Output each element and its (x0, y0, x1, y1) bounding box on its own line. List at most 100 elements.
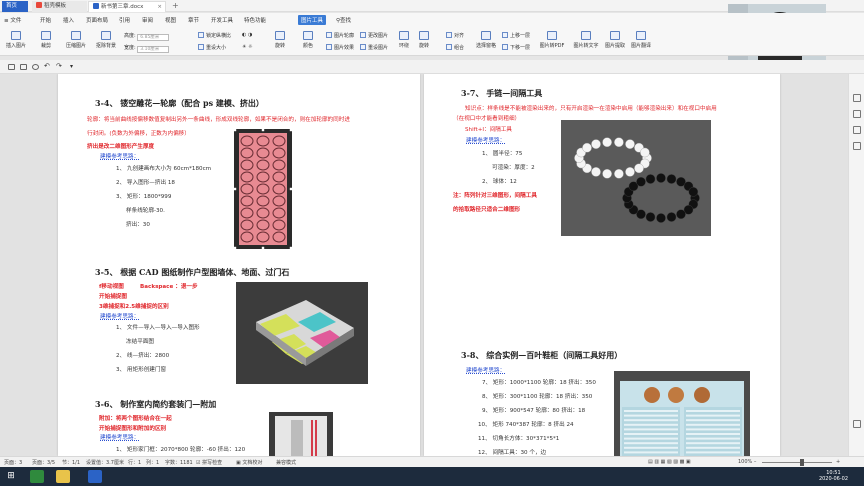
menu-start[interactable]: 开始 (40, 16, 51, 24)
wps-writer-icon[interactable] (88, 470, 102, 483)
side-help-icon[interactable] (853, 420, 861, 428)
save-icon[interactable] (8, 64, 15, 70)
bring-forward-button[interactable]: 上移一层 (502, 32, 530, 39)
redo-icon[interactable]: ↷ (56, 62, 63, 70)
status-row: 行：1 (128, 460, 142, 466)
menu-review[interactable]: 审阅 (142, 16, 153, 24)
carved-panel-image[interactable] (234, 129, 292, 249)
side-style-icon[interactable] (853, 110, 861, 118)
search-button[interactable]: ⚲查找 (336, 16, 351, 24)
menu-developer[interactable]: 开发工具 (211, 16, 233, 24)
side-pointer-icon[interactable] (853, 126, 861, 134)
s38-step-7: 7、 矩形：1000*1100 轮廓：18 挤出：350 (482, 380, 596, 386)
insert-picture-button[interactable]: 插入图片 (4, 31, 28, 49)
spell-check-button[interactable]: ☑ 拼写检查 (196, 459, 222, 466)
new-tab-icon[interactable]: + (172, 1, 179, 10)
align-button[interactable]: 对齐 (446, 32, 464, 39)
brightness-button[interactable]: ☀ ☼ (242, 44, 253, 50)
section-3-6-title: 3-6、 制作室内简约套装门—附加 (95, 399, 217, 409)
section-3-7-title: 3-7、 手链—间隔工具 (461, 88, 543, 98)
rotate-tool-button[interactable]: 旋转 (272, 31, 288, 49)
zoom-level[interactable]: 100% – (738, 459, 756, 465)
s35-red-1: f移动视图 (99, 284, 124, 290)
reset-size-button[interactable]: 重设大小 (198, 44, 226, 51)
s37-step-1: 1、 圆半径：75 (482, 151, 523, 157)
picture-to-text-button[interactable]: 图片转文字 (572, 31, 600, 49)
undo-icon[interactable]: ↶ (44, 62, 51, 70)
menu-picture-tools[interactable]: 图片工具 (298, 15, 327, 25)
rotate-button[interactable]: 旋转 (416, 31, 432, 49)
selection-pane-button[interactable]: 选择窗格 (474, 31, 498, 49)
zoom-slider[interactable] (762, 462, 832, 463)
picture-translate-button[interactable]: 图片翻译 (630, 31, 652, 49)
print-icon[interactable] (20, 64, 27, 70)
picture-extract-button[interactable]: 图片提取 (604, 31, 626, 49)
picture-outline-button[interactable]: 图片轮廓 (326, 32, 354, 39)
s37-ideas-heading: 建模参考思路： (466, 138, 506, 144)
change-picture-button[interactable]: 更改图片 (360, 32, 388, 39)
shoe-cabinet-image[interactable] (614, 371, 750, 456)
file-explorer-icon[interactable] (56, 470, 70, 483)
height-field[interactable]: 高度: 6.85厘米 (124, 32, 170, 41)
s38-step-10: 10、 矩形 740*387 轮廓：8 挤出 24 (478, 422, 574, 428)
s35-red-3: 3维捕捉和2.5维捕捉的区别 (99, 304, 169, 310)
status-pages: 页面：3/5 (32, 460, 56, 466)
width-field[interactable]: 宽度: 3.10厘米 (124, 44, 170, 53)
side-select-icon[interactable] (853, 94, 861, 102)
view-mode-icons[interactable]: ▤ ▥ ▦ ▧ ▨ ▩ ▣ (648, 459, 691, 465)
door-image[interactable] (269, 412, 333, 456)
tab-document[interactable]: 新书第三章.docx × (88, 1, 166, 12)
word-doc-icon (93, 3, 99, 9)
reset-picture-button[interactable]: 重设图片 (360, 44, 388, 51)
s35-ideas-heading: 建模参考思路： (100, 314, 140, 320)
picture-to-pdf-button[interactable]: 图片转PDF (538, 31, 566, 49)
page-left: 3-4、 镂空雕花—轮廓（配合 ps 建模、挤出） 轮廓：将当前曲线按偏移数值复… (58, 74, 420, 456)
picture-effect-button[interactable]: 图片效果 (326, 44, 354, 51)
floorplan-3d-image[interactable] (236, 282, 368, 384)
section-3-4-title: 3-4、 镂空雕花—轮廓（配合 ps 建模、挤出） (95, 98, 264, 108)
zoom-in-icon[interactable]: + (836, 459, 840, 465)
send-backward-icon (502, 44, 508, 50)
menu-file[interactable]: ≡ 文件 (4, 16, 21, 24)
crop-button[interactable]: 裁剪 (36, 31, 56, 49)
s34-step-3a: 样条线轮廓-30. (126, 208, 165, 214)
section-3-5-title: 3-5、 根据 CAD 图纸制作户型图墙体、地面、过门石 (95, 267, 290, 277)
windows-start-icon[interactable]: ⊞ (4, 470, 18, 483)
s38-step-9: 9、 矩形：900*547 轮廓：80 挤出：18 (482, 408, 586, 414)
close-tab-icon[interactable]: × (157, 2, 162, 13)
tab-home[interactable]: 首页 (2, 1, 28, 12)
s34-line1: 轮廓：将当前曲线按偏移数值复制出另外一条曲线，形成双线轮廓，如果不是闭合的，则在… (87, 117, 350, 123)
s37-red-2: （在视口中才能看到粗细） (453, 116, 521, 122)
lock-ratio-checkbox[interactable]: 锁定纵横比 (198, 32, 231, 39)
zoom-slider-handle[interactable] (800, 459, 804, 466)
menu-bar: ≡ 文件 开始 插入 页面布局 引用 审阅 视图 章节 开发工具 特色功能 图片… (0, 13, 864, 28)
app-3-icon[interactable] (30, 470, 44, 483)
remove-background-button[interactable]: 抠除背景 (94, 31, 118, 49)
compress-button[interactable]: 压缩图片 (64, 31, 88, 49)
page-right: 3-7、 手链—间隔工具 知识点：样条线是不能被渲染出来的，只有开启渲染一在渲染… (424, 74, 780, 456)
s38-step-8: 8、 矩形：300*1100 轮廓：18 挤出：350 (482, 394, 593, 400)
bring-forward-icon (502, 32, 508, 38)
crop-icon (41, 31, 51, 40)
color-button[interactable]: 颜色 (300, 31, 316, 49)
bracelets-image[interactable] (561, 120, 711, 236)
menu-references[interactable]: 引用 (119, 16, 130, 24)
s36-red-1: 附加：将两个图形结合在一起 (99, 416, 172, 422)
proofread-button[interactable]: ▣ 文档校对 (236, 459, 262, 466)
menu-features[interactable]: 特色功能 (244, 16, 266, 24)
menu-sections[interactable]: 章节 (188, 16, 199, 24)
send-backward-button[interactable]: 下移一层 (502, 44, 530, 51)
customize-icon[interactable]: ▾ (70, 63, 77, 70)
menu-page-layout[interactable]: 页面布局 (86, 16, 108, 24)
tab-template[interactable]: 稻壳模板 (32, 1, 87, 12)
contrast-button[interactable]: ◐ ◑ (242, 32, 252, 38)
menu-insert[interactable]: 插入 (63, 16, 74, 24)
side-tools-icon[interactable] (853, 142, 861, 150)
combine-button[interactable]: 组合 (446, 44, 464, 51)
color-icon (303, 31, 313, 40)
menu-view[interactable]: 视图 (165, 16, 176, 24)
status-words: 字数：1181 (165, 460, 193, 466)
wrap-button[interactable]: 环绕 (396, 31, 412, 49)
preview-icon[interactable] (32, 64, 39, 70)
translate-icon (636, 31, 646, 40)
